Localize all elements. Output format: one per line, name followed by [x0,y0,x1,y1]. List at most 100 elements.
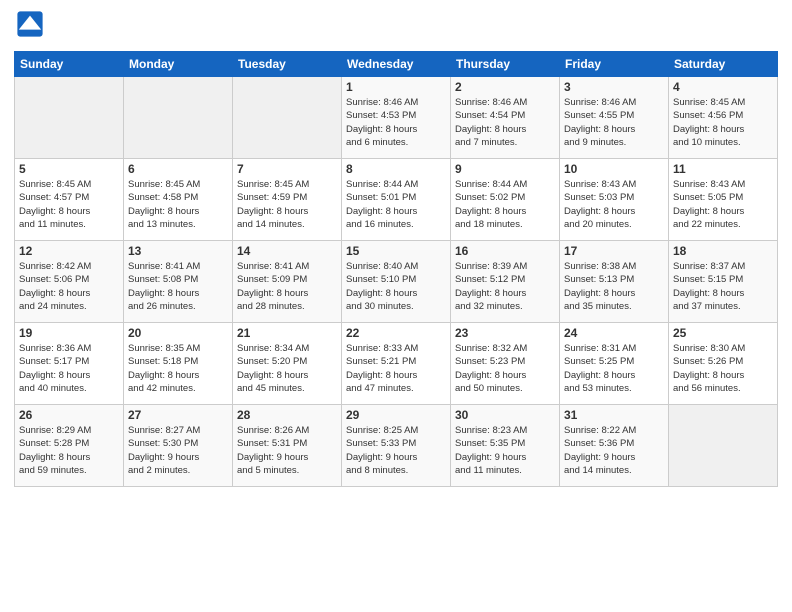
calendar-page: SundayMondayTuesdayWednesdayThursdayFrid… [0,0,792,612]
day-cell: 22Sunrise: 8:33 AM Sunset: 5:21 PM Dayli… [342,323,451,405]
day-cell: 1Sunrise: 8:46 AM Sunset: 4:53 PM Daylig… [342,77,451,159]
weekday-sunday: Sunday [15,52,124,77]
day-number: 3 [564,80,664,94]
day-cell: 3 Sunrise: 8:46 AM Sunset: 4:55 PM Daylig… [560,77,669,159]
day-number: 28 [237,408,337,422]
weekday-header-row: SundayMondayTuesdayWednesdayThursdayFrid… [15,52,778,77]
day-number: 10 [564,162,664,176]
day-number: 9 [455,162,555,176]
day-cell: 16 Sunrise: 8:39 AM Sunset: 5:12 PM Dayli… [451,241,560,323]
day-info: Sunrise: 8:45 AM Sunset: 4:59 PM Dayligh… [237,178,337,231]
weekday-tuesday: Tuesday [233,52,342,77]
day-cell: 15Sunrise: 8:40 AM Sunset: 5:10 PM Dayli… [342,241,451,323]
day-cell: 18 Sunrise: 8:37 AM Sunset: 5:15 PM Dayli… [669,241,778,323]
logo-icon [16,10,44,38]
day-info: Sunrise: 8:45 AM Sunset: 4:56 PM Dayligh… [673,96,773,149]
day-number: 18 [673,244,773,258]
day-cell: 2 Sunrise: 8:46 AM Sunset: 4:54 PM Daylig… [451,77,560,159]
day-info: Sunrise: 8:44 AM Sunset: 5:02 PM Dayligh… [455,178,555,231]
day-cell: 17 Sunrise: 8:38 AM Sunset: 5:13 PM Dayli… [560,241,669,323]
weekday-saturday: Saturday [669,52,778,77]
week-row-1: 1Sunrise: 8:46 AM Sunset: 4:53 PM Daylig… [15,77,778,159]
day-info: Sunrise: 8:31 AM Sunset: 5:25 PM Dayligh… [564,342,664,395]
day-cell [233,77,342,159]
day-cell: 29Sunrise: 8:25 AM Sunset: 5:33 PM Dayli… [342,405,451,487]
day-info: Sunrise: 8:41 AM Sunset: 5:08 PM Dayligh… [128,260,228,313]
logo [14,10,44,43]
day-number: 5 [19,162,119,176]
day-cell: 10 Sunrise: 8:43 AM Sunset: 5:03 PM Dayli… [560,159,669,241]
day-info: Sunrise: 8:45 AM Sunset: 4:57 PM Dayligh… [19,178,119,231]
day-cell: 20 Sunrise: 8:35 AM Sunset: 5:18 PM Dayli… [124,323,233,405]
day-number: 1 [346,80,446,94]
day-cell [669,405,778,487]
day-cell: 4 Sunrise: 8:45 AM Sunset: 4:56 PM Daylig… [669,77,778,159]
day-cell: 14Sunrise: 8:41 AM Sunset: 5:09 PM Dayli… [233,241,342,323]
day-number: 13 [128,244,228,258]
calendar-table: SundayMondayTuesdayWednesdayThursdayFrid… [14,51,778,487]
day-number: 24 [564,326,664,340]
day-cell: 6 Sunrise: 8:45 AM Sunset: 4:58 PM Daylig… [124,159,233,241]
day-number: 4 [673,80,773,94]
day-info: Sunrise: 8:27 AM Sunset: 5:30 PM Dayligh… [128,424,228,477]
day-cell: 28 Sunrise: 8:26 AM Sunset: 5:31 PM Dayli… [233,405,342,487]
week-row-4: 19 Sunrise: 8:36 AM Sunset: 5:17 PM Dayli… [15,323,778,405]
day-number: 30 [455,408,555,422]
day-number: 25 [673,326,773,340]
day-info: Sunrise: 8:37 AM Sunset: 5:15 PM Dayligh… [673,260,773,313]
day-info: Sunrise: 8:46 AM Sunset: 4:54 PM Dayligh… [455,96,555,149]
day-number: 2 [455,80,555,94]
day-info: Sunrise: 8:42 AM Sunset: 5:06 PM Dayligh… [19,260,119,313]
day-info: Sunrise: 8:43 AM Sunset: 5:05 PM Dayligh… [673,178,773,231]
day-cell: 31 Sunrise: 8:22 AM Sunset: 5:36 PM Dayli… [560,405,669,487]
weekday-wednesday: Wednesday [342,52,451,77]
day-number: 21 [237,326,337,340]
day-info: Sunrise: 8:33 AM Sunset: 5:21 PM Dayligh… [346,342,446,395]
day-info: Sunrise: 8:35 AM Sunset: 5:18 PM Dayligh… [128,342,228,395]
day-info: Sunrise: 8:29 AM Sunset: 5:28 PM Dayligh… [19,424,119,477]
day-cell: 24 Sunrise: 8:31 AM Sunset: 5:25 PM Dayli… [560,323,669,405]
day-number: 20 [128,326,228,340]
day-number: 15 [346,244,446,258]
day-info: Sunrise: 8:43 AM Sunset: 5:03 PM Dayligh… [564,178,664,231]
day-number: 7 [237,162,337,176]
day-info: Sunrise: 8:26 AM Sunset: 5:31 PM Dayligh… [237,424,337,477]
week-row-2: 5 Sunrise: 8:45 AM Sunset: 4:57 PM Daylig… [15,159,778,241]
day-info: Sunrise: 8:46 AM Sunset: 4:55 PM Dayligh… [564,96,664,149]
weekday-monday: Monday [124,52,233,77]
day-number: 27 [128,408,228,422]
day-info: Sunrise: 8:44 AM Sunset: 5:01 PM Dayligh… [346,178,446,231]
day-number: 14 [237,244,337,258]
day-number: 6 [128,162,228,176]
day-info: Sunrise: 8:45 AM Sunset: 4:58 PM Dayligh… [128,178,228,231]
day-cell: 11 Sunrise: 8:43 AM Sunset: 5:05 PM Dayli… [669,159,778,241]
day-info: Sunrise: 8:36 AM Sunset: 5:17 PM Dayligh… [19,342,119,395]
day-number: 26 [19,408,119,422]
weekday-thursday: Thursday [451,52,560,77]
day-cell: 19 Sunrise: 8:36 AM Sunset: 5:17 PM Dayli… [15,323,124,405]
day-info: Sunrise: 8:22 AM Sunset: 5:36 PM Dayligh… [564,424,664,477]
day-info: Sunrise: 8:34 AM Sunset: 5:20 PM Dayligh… [237,342,337,395]
day-cell: 12 Sunrise: 8:42 AM Sunset: 5:06 PM Dayli… [15,241,124,323]
day-cell: 9 Sunrise: 8:44 AM Sunset: 5:02 PM Daylig… [451,159,560,241]
week-row-3: 12 Sunrise: 8:42 AM Sunset: 5:06 PM Dayli… [15,241,778,323]
day-cell: 21 Sunrise: 8:34 AM Sunset: 5:20 PM Dayli… [233,323,342,405]
day-number: 11 [673,162,773,176]
day-cell: 25Sunrise: 8:30 AM Sunset: 5:26 PM Dayli… [669,323,778,405]
weekday-friday: Friday [560,52,669,77]
day-cell: 5 Sunrise: 8:45 AM Sunset: 4:57 PM Daylig… [15,159,124,241]
day-number: 17 [564,244,664,258]
day-number: 31 [564,408,664,422]
day-cell: 13 Sunrise: 8:41 AM Sunset: 5:08 PM Dayli… [124,241,233,323]
day-cell [15,77,124,159]
day-number: 12 [19,244,119,258]
day-number: 8 [346,162,446,176]
day-info: Sunrise: 8:38 AM Sunset: 5:13 PM Dayligh… [564,260,664,313]
day-cell [124,77,233,159]
week-row-5: 26 Sunrise: 8:29 AM Sunset: 5:28 PM Dayli… [15,405,778,487]
day-cell: 23Sunrise: 8:32 AM Sunset: 5:23 PM Dayli… [451,323,560,405]
day-number: 19 [19,326,119,340]
day-number: 29 [346,408,446,422]
day-info: Sunrise: 8:39 AM Sunset: 5:12 PM Dayligh… [455,260,555,313]
day-number: 16 [455,244,555,258]
